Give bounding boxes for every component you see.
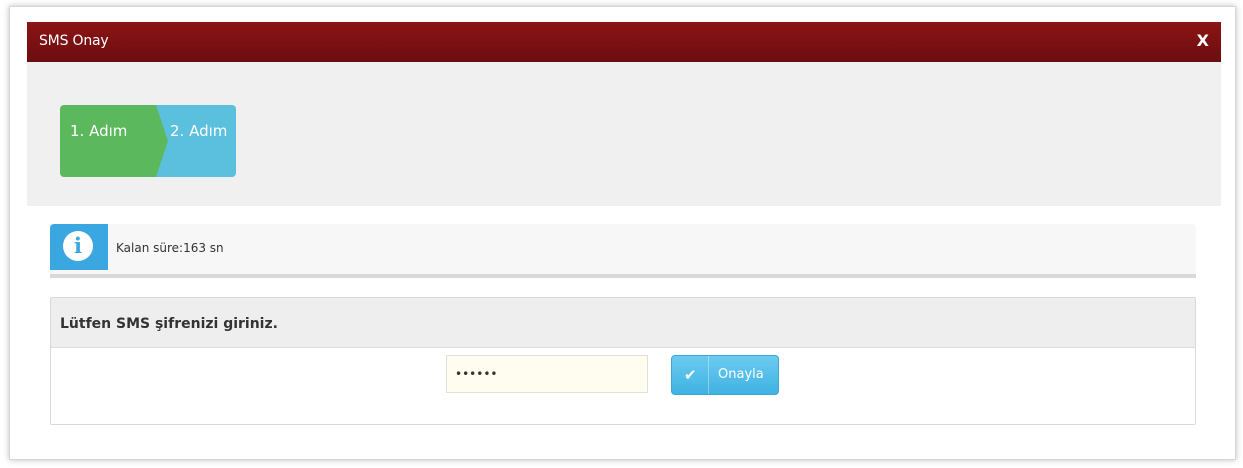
dialog-title: SMS Onay	[39, 33, 109, 49]
confirm-button-label: Onayla	[718, 367, 764, 382]
panel-title: Lütfen SMS şifrenizi giriniz.	[60, 316, 278, 332]
step-1: 1. Adım	[60, 105, 156, 177]
close-button[interactable]: X	[1197, 31, 1209, 50]
dialog-titlebar: SMS Onay X	[27, 22, 1221, 62]
sms-code-panel: Lütfen SMS şifrenizi giriniz. ✔ Onayla	[50, 297, 1196, 425]
check-icon: ✔	[684, 366, 697, 384]
sms-confirm-dialog: SMS Onay X 1. Adım 2. Adım i Kalan süre:…	[27, 22, 1221, 448]
panel-header: Lütfen SMS şifrenizi giriniz.	[51, 298, 1195, 348]
step-1-label: 1. Adım	[70, 122, 128, 140]
check-icon-box: ✔	[672, 356, 709, 394]
time-remaining-alert: i Kalan süre:163 sn	[50, 224, 1196, 278]
wizard-steps: 1. Adım 2. Adım	[60, 105, 236, 177]
step-1-arrow	[156, 105, 168, 177]
dialog-content: i Kalan süre:163 sn Lütfen SMS şifrenizi…	[27, 206, 1221, 448]
step-2-label: 2. Adım	[170, 122, 228, 140]
info-icon: i	[63, 231, 93, 261]
alert-icon-box: i	[50, 224, 108, 270]
confirm-button[interactable]: ✔ Onayla	[671, 355, 779, 395]
sms-code-input[interactable]	[446, 355, 648, 393]
time-remaining-label: Kalan süre:	[116, 241, 184, 255]
time-remaining-value: 163 sn	[183, 241, 224, 255]
alert-text: Kalan süre:163 sn	[116, 241, 224, 255]
